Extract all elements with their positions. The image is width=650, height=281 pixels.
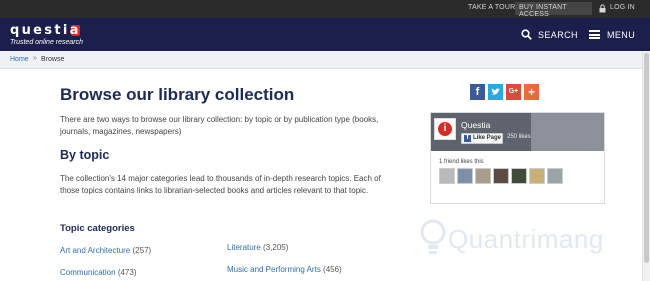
category-link[interactable]: Art and Architecture [60, 246, 130, 255]
buy-instant-access-button[interactable]: BUY INSTANT ACCESS [515, 2, 592, 18]
page-scrollbar[interactable] [642, 51, 650, 281]
watermark: Quantrimang [420, 218, 618, 266]
breadcrumb-separator: » [33, 55, 37, 62]
like-page-button[interactable]: f Like Page [461, 133, 503, 144]
facebook-page-avatar[interactable]: i [434, 118, 456, 140]
category-count: (473) [117, 268, 137, 277]
menu-label: MENU [607, 30, 636, 40]
like-page-label: Like Page [473, 135, 502, 141]
menu-button[interactable]: MENU [589, 29, 644, 41]
likes-count: 250 likes [507, 134, 531, 140]
hamburger-icon [589, 30, 600, 39]
friend-avatar[interactable] [511, 168, 527, 184]
logo-wordmark: questia [10, 23, 81, 38]
category-count: (257) [132, 246, 152, 255]
friend-avatar[interactable] [493, 168, 509, 184]
main-navbar: questia Trusted online research SEARCH M… [0, 18, 650, 51]
intro-text: There are two ways to browse our library… [60, 115, 379, 136]
twitter-icon [491, 88, 500, 95]
logo-tagline: Trusted online research [10, 39, 84, 46]
watermark-text: Quantrimang [448, 224, 604, 254]
breadcrumb-home-link[interactable]: Home [10, 56, 29, 63]
category-count: (3,205) [263, 243, 289, 252]
more-share-button[interactable]: + [524, 84, 539, 100]
friend-avatar[interactable] [439, 168, 455, 184]
scrollbar-thumb[interactable] [644, 53, 649, 263]
facebook-cover-image [431, 113, 604, 151]
breadcrumb: Home » Browse [0, 51, 642, 69]
friend-avatar[interactable] [547, 168, 563, 184]
friend-avatar[interactable] [475, 168, 491, 184]
questia-i-icon: i [438, 122, 452, 136]
google-plus-icon: G+ [508, 88, 519, 95]
by-topic-heading: By topic [60, 148, 110, 162]
search-label: SEARCH [538, 30, 578, 40]
friend-avatar[interactable] [457, 168, 473, 184]
facebook-share-button[interactable]: f [470, 84, 485, 100]
top-utility-bar: TAKE A TOUR BUY INSTANT ACCESS LOG IN [0, 0, 650, 18]
facebook-f-icon: f [464, 135, 471, 142]
google-plus-share-button[interactable]: G+ [506, 84, 521, 100]
facebook-icon: f [475, 86, 480, 98]
topic-description: The collection's 14 major categories lea… [60, 174, 381, 195]
topic-categories-heading: Topic categories [60, 223, 135, 234]
log-in-link[interactable]: LOG IN [610, 4, 635, 11]
lock-icon [599, 4, 606, 13]
share-buttons: f G+ + [470, 84, 542, 100]
category-art-and-architecture[interactable]: Art and Architecture (257) [60, 246, 151, 255]
cover-shade [531, 113, 604, 151]
category-music-and-performing-arts[interactable]: Music and Performing Arts (456) [227, 265, 342, 274]
plus-icon: + [527, 85, 535, 99]
facebook-page-widget: i Questia f Like Page 250 likes 1 friend… [430, 112, 605, 204]
category-link[interactable]: Communication [60, 268, 116, 277]
take-a-tour-link[interactable]: TAKE A TOUR [468, 4, 515, 11]
friend-avatar[interactable] [529, 168, 545, 184]
search-icon [521, 29, 532, 40]
facebook-page-name[interactable]: Questia [461, 120, 490, 130]
lightbulb-icon [420, 219, 446, 254]
twitter-share-button[interactable] [488, 84, 503, 100]
page-title: Browse our library collection [60, 85, 295, 104]
category-communication[interactable]: Communication (473) [60, 268, 137, 277]
category-literature[interactable]: Literature (3,205) [227, 243, 288, 252]
breadcrumb-current: Browse [41, 56, 65, 63]
category-link[interactable]: Literature [227, 243, 261, 252]
category-count: (456) [323, 265, 342, 274]
friend-likes-text: 1 friend likes this [439, 159, 484, 165]
category-link[interactable]: Music and Performing Arts [227, 265, 321, 274]
buy-instant-access-label: BUY INSTANT ACCESS [519, 4, 567, 18]
questia-logo[interactable]: questia Trusted online research [10, 23, 94, 47]
